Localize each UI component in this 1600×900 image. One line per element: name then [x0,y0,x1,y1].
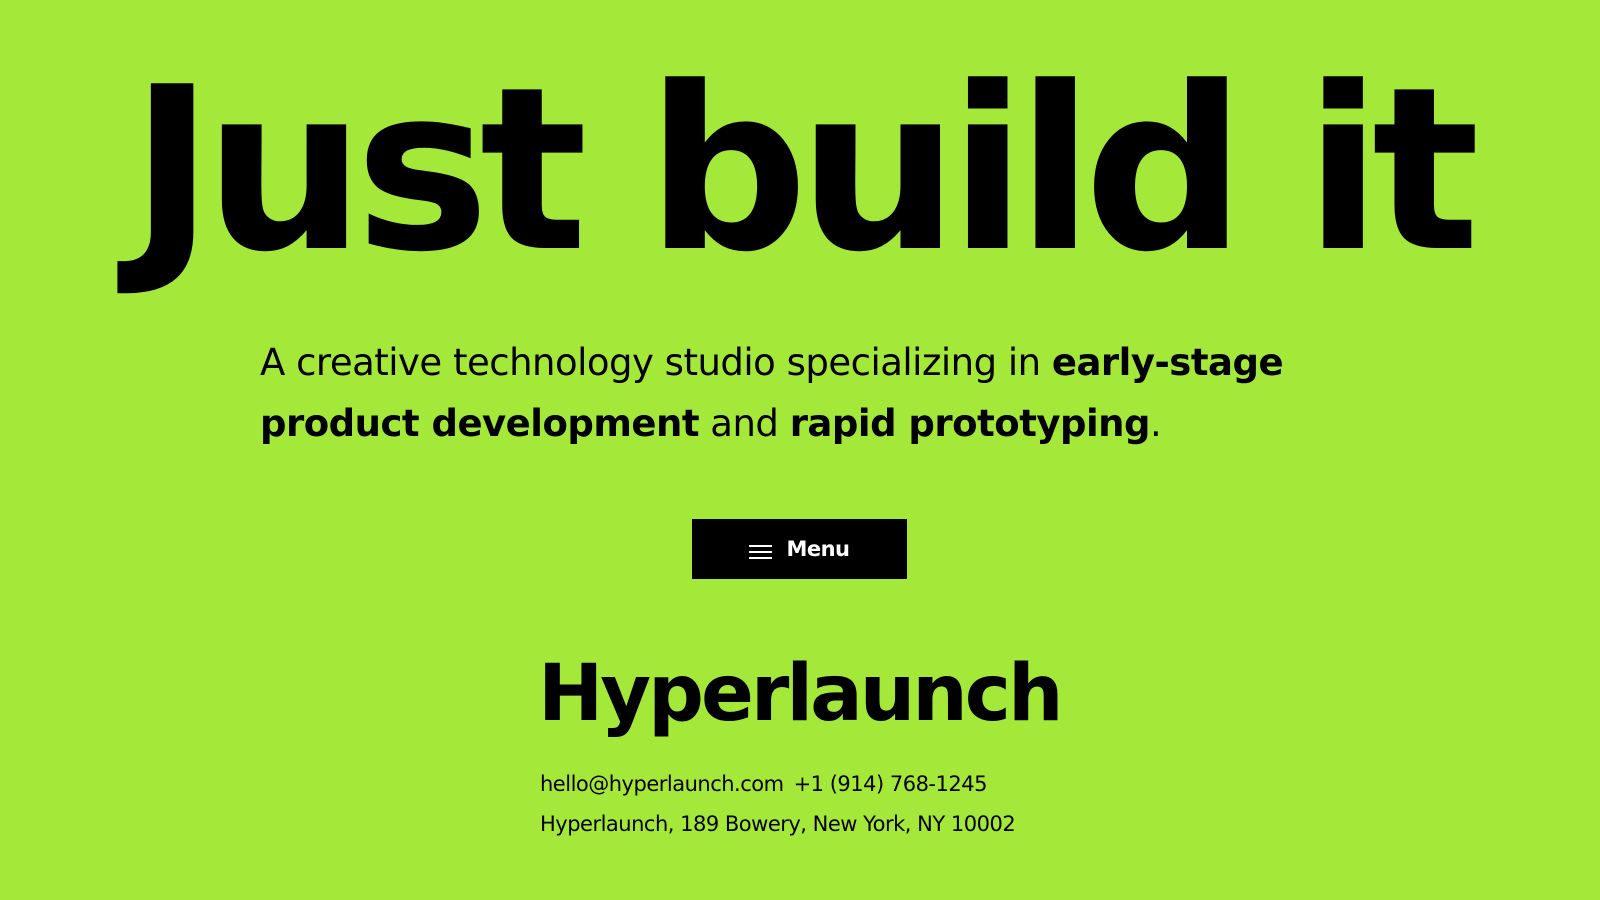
menu-button[interactable]: Menu [692,519,907,579]
tagline-text-3: . [1150,402,1162,445]
tagline-highlight-prototyping: rapid prototyping [789,402,1151,445]
address: Hyperlaunch, 189 Bowery, New York, NY 10… [540,812,1016,836]
hamburger-icon [749,541,773,559]
page: Just build it A creative technology stud… [0,0,1600,900]
tagline: A creative technology studio specializin… [260,332,1360,454]
hero-title: Just build it [130,39,1480,302]
tagline-text-1: A creative technology studio specializin… [260,341,1052,384]
email-link[interactable]: hello@hyperlaunch.com [540,772,784,796]
menu-button-label: Menu [786,537,850,561]
contact-line: hello@hyperlaunch.com +1 (914) 768-1245 [540,770,987,798]
phone-link[interactable]: +1 (914) 768-1245 [794,772,988,796]
brand-name: Hyperlaunch [538,649,1064,739]
tagline-text-2: and [699,402,790,445]
